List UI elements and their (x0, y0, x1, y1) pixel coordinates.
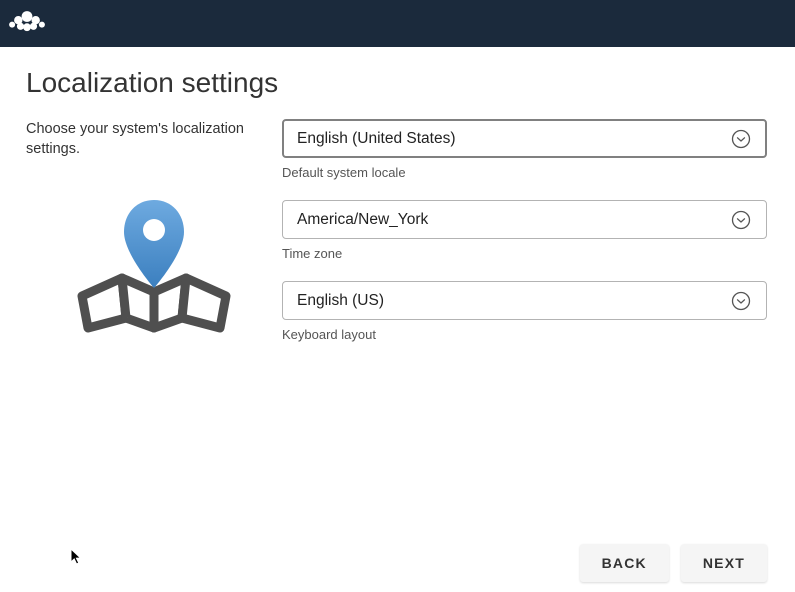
timezone-select[interactable]: America/New_York (282, 200, 767, 239)
locale-select[interactable]: English (United States) (282, 119, 767, 158)
app-header (0, 0, 795, 47)
chevron-down-icon (730, 128, 752, 150)
mouse-cursor-icon (70, 548, 84, 571)
back-button[interactable]: BACK (580, 544, 669, 582)
timezone-label: Time zone (282, 246, 767, 261)
chevron-down-icon (730, 209, 752, 231)
keyboard-select-value: English (US) (297, 292, 730, 310)
page-subtitle: Choose your system's localization settin… (26, 119, 282, 160)
locale-label: Default system locale (282, 165, 767, 180)
locale-select-value: English (United States) (297, 130, 730, 148)
page-title: Localization settings (0, 47, 795, 99)
next-button[interactable]: NEXT (681, 544, 767, 582)
owncloud-logo-icon (8, 10, 46, 37)
timezone-select-value: America/New_York (297, 211, 730, 229)
keyboard-select[interactable]: English (US) (282, 281, 767, 320)
keyboard-label: Keyboard layout (282, 327, 767, 342)
chevron-down-icon (730, 290, 752, 312)
localization-illustration (26, 188, 282, 338)
